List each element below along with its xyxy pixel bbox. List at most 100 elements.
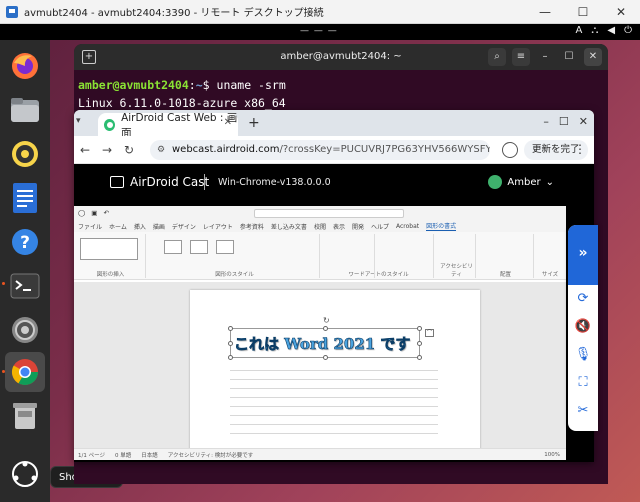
settings-icon[interactable] [5, 310, 45, 350]
mute-mic-icon[interactable]: 🎙 [568, 341, 598, 369]
ruled-lines [230, 362, 438, 434]
libreoffice-writer-icon[interactable] [5, 178, 45, 218]
autosave-icon[interactable]: ◯ [78, 209, 85, 217]
zoom-level[interactable]: 100% [544, 452, 560, 458]
tab-file[interactable]: ファイル [78, 222, 102, 231]
tab-shape-format[interactable]: 図形の書式 [426, 221, 457, 231]
tab-developer[interactable]: 開発 [352, 222, 364, 231]
resize-handle[interactable] [417, 326, 422, 331]
collapse-toolbar-button[interactable]: » [568, 225, 598, 285]
page-count[interactable]: 1/1 ページ [78, 451, 105, 459]
cast-stream[interactable]: ◯ ▣ ↶ ファイル ホーム 挿入 描画 デザイン レイアウト 参考資料 差し込… [74, 202, 594, 462]
tab-search-icon[interactable]: ▾ [76, 116, 81, 126]
avatar [488, 175, 503, 189]
tab-home[interactable]: ホーム [109, 222, 127, 231]
group-accessibility: アクセシビリティ [438, 234, 476, 278]
resize-handle[interactable] [228, 326, 233, 331]
resize-handle[interactable] [323, 326, 328, 331]
style-swatch[interactable] [164, 240, 182, 254]
menu-icon[interactable]: ≡ [512, 48, 530, 66]
terminal-icon[interactable] [5, 266, 45, 306]
chrome-menu-icon[interactable]: ⋮ [574, 142, 586, 156]
back-icon[interactable]: ← [74, 143, 96, 157]
tab-references[interactable]: 参考資料 [240, 222, 264, 231]
airdroid-favicon [104, 118, 116, 131]
save-icon[interactable]: ▣ [91, 209, 97, 217]
style-swatch[interactable] [190, 240, 208, 254]
group-shape-styles: 図形のスタイル [150, 234, 320, 278]
group-size: サイズ [541, 272, 559, 278]
resize-handle[interactable] [228, 355, 233, 360]
chrome-window[interactable]: ▾ AirDroid Cast Web : 画面 ✕ + – ☐ ✕ ← → ↻… [74, 110, 594, 462]
style-swatch[interactable] [216, 240, 234, 254]
new-tab-button[interactable]: + [248, 115, 260, 131]
fullscreen-icon[interactable]: ⛶ [568, 369, 598, 397]
tab-airdroid-cast[interactable]: AirDroid Cast Web : 画面 ✕ [98, 112, 238, 139]
chrome-icon[interactable] [5, 352, 45, 392]
network-icon[interactable]: ⛬ [591, 25, 598, 36]
resize-handle[interactable] [417, 355, 422, 360]
word-status-bar: 1/1 ページ 0 単語 日本語 アクセシビリティ: 検討が必要です 100% [74, 448, 566, 460]
tab-layout[interactable]: レイアウト [203, 222, 233, 231]
tab-acrobat[interactable]: Acrobat [396, 223, 419, 230]
tab-insert[interactable]: 挿入 [134, 222, 146, 231]
tab-design[interactable]: デザイン [172, 222, 196, 231]
tab-view[interactable]: 表示 [333, 222, 345, 231]
document-page[interactable]: ↻ ⌒ これは Word 2021 です [190, 290, 480, 450]
site-info-icon[interactable]: ⚙ [157, 140, 165, 160]
close-button[interactable]: ✕ [602, 5, 640, 19]
close-icon[interactable]: ✕ [584, 48, 602, 66]
tab-mailings[interactable]: 差し込み文書 [271, 222, 307, 231]
minimize-button[interactable]: — [526, 5, 564, 19]
trash-icon[interactable] [5, 396, 45, 436]
firefox-icon[interactable] [5, 46, 45, 86]
input-method-indicator[interactable]: A [576, 25, 583, 36]
maximize-icon[interactable]: ☐ [559, 115, 569, 128]
clock[interactable]: — — — [300, 26, 338, 36]
wordart-textbox[interactable]: ↻ ⌒ これは Word 2021 です [228, 316, 434, 360]
document-canvas[interactable]: ↻ ⌒ これは Word 2021 です [74, 282, 566, 450]
resize-handle[interactable] [228, 341, 233, 346]
rotate-screen-icon[interactable]: ⟳ [568, 285, 598, 313]
command-line: amber@avmubt2404:~$ uname -srm [78, 78, 286, 92]
maximize-icon[interactable]: ☐ [560, 48, 578, 66]
minimize-icon[interactable]: – [543, 115, 549, 128]
accessibility-status[interactable]: アクセシビリティ: 検討が必要です [168, 451, 254, 459]
svg-text:?: ? [20, 233, 30, 253]
resize-handle[interactable] [417, 341, 422, 346]
address-bar[interactable]: ⚙ webcast.airdroid.com/?crossKey=PUCUVRJ… [150, 140, 490, 160]
forward-icon[interactable]: → [96, 143, 118, 157]
volume-icon[interactable]: ◀ [607, 25, 615, 36]
word-window[interactable]: ◯ ▣ ↶ ファイル ホーム 挿入 描画 デザイン レイアウト 参考資料 差し込… [74, 206, 566, 460]
tab-draw[interactable]: 描画 [153, 222, 165, 231]
undo-icon[interactable]: ↶ [103, 209, 108, 217]
word-count[interactable]: 0 単語 [115, 451, 131, 459]
resize-handle[interactable] [323, 355, 328, 360]
close-icon[interactable]: ✕ [579, 115, 588, 128]
close-tab-icon[interactable]: ✕ [224, 117, 232, 128]
tab-review[interactable]: 校閲 [314, 222, 326, 231]
search-icon[interactable]: ⌕ [488, 48, 506, 66]
files-icon[interactable] [5, 90, 45, 130]
rhythmbox-icon[interactable] [5, 134, 45, 174]
profile-icon[interactable] [502, 142, 518, 158]
word-search-box[interactable] [254, 209, 404, 218]
shape-gallery[interactable] [80, 238, 138, 260]
minimize-icon[interactable]: – [536, 48, 554, 66]
wordart-text[interactable]: これは Word 2021 です [234, 333, 411, 354]
airdroid-logo: AirDroid Cast [110, 175, 209, 189]
language[interactable]: 日本語 [141, 451, 158, 459]
tab-help[interactable]: ヘルプ [371, 222, 389, 231]
device-name: Win-Chrome-v138.0.0.0 [218, 177, 331, 188]
power-icon[interactable]: ⏻ [624, 25, 632, 36]
reload-icon[interactable]: ↻ [118, 143, 140, 157]
disconnect-icon[interactable]: ✂ [568, 397, 598, 425]
user-menu[interactable]: Amber ⌄ [488, 175, 554, 189]
rotate-handle-icon[interactable]: ↻ [323, 316, 330, 325]
layout-options-icon[interactable]: ⌒ [425, 329, 434, 337]
maximize-button[interactable]: ☐ [564, 5, 602, 19]
mute-speaker-icon[interactable]: 🔇 [568, 313, 598, 341]
show-apps-icon[interactable] [5, 454, 45, 494]
system-tray[interactable]: A ⛬ ◀ ⏻ [576, 25, 632, 36]
help-icon[interactable]: ? [5, 222, 45, 262]
